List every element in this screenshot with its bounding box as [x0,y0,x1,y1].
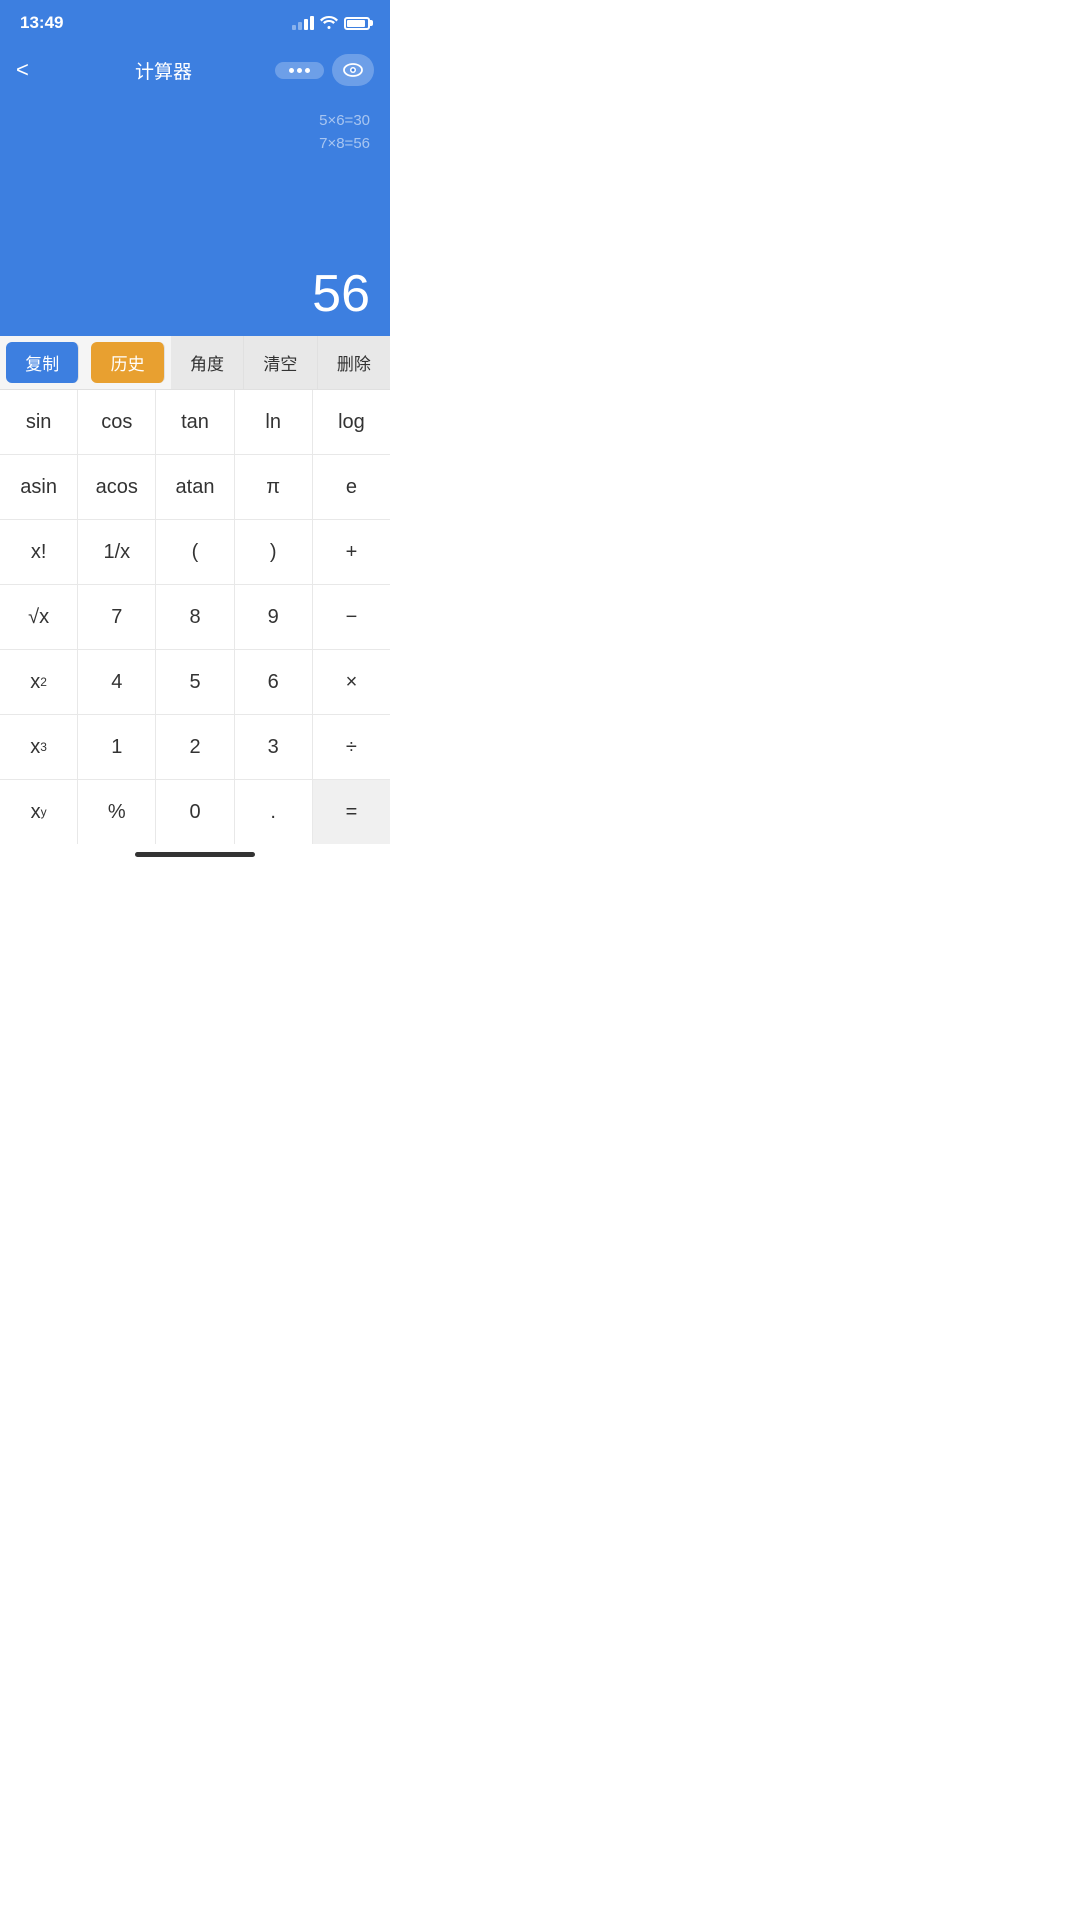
key-open-paren[interactable]: ( [156,520,234,584]
key-9[interactable]: 9 [235,585,313,649]
key-8[interactable]: 8 [156,585,234,649]
key-tan[interactable]: tan [156,390,234,454]
key-acos[interactable]: acos [78,455,156,519]
menu-button[interactable] [275,62,324,79]
keypad-row-4: √x 7 8 9 − [0,585,390,650]
home-indicator [0,844,390,863]
key-4[interactable]: 4 [78,650,156,714]
title-actions [275,54,374,86]
history-button[interactable]: 历史 [91,342,164,383]
current-result: 56 [20,268,370,320]
key-factorial[interactable]: x! [0,520,78,584]
key-equals[interactable]: = [313,780,390,844]
key-pi[interactable]: π [235,455,313,519]
home-bar [135,852,255,857]
keypad-row-5: x2 4 5 6 × [0,650,390,715]
key-cube[interactable]: x3 [0,715,78,779]
key-1[interactable]: 1 [78,715,156,779]
history-line-1: 5×6=30 [319,112,370,129]
key-atan[interactable]: atan [156,455,234,519]
wifi-icon [320,15,338,32]
key-square[interactable]: x2 [0,650,78,714]
status-time: 13:49 [20,13,63,33]
key-power[interactable]: xy [0,780,78,844]
menu-dot-3 [305,68,310,73]
signal-icon [292,16,314,30]
key-decimal[interactable]: . [235,780,313,844]
keypad-row-1: sin cos tan ln log [0,390,390,455]
key-reciprocal[interactable]: 1/x [78,520,156,584]
display-area: 5×6=30 7×8=56 56 [0,96,390,336]
key-ln[interactable]: ln [235,390,313,454]
key-sqrt[interactable]: √x [0,585,78,649]
key-6[interactable]: 6 [235,650,313,714]
eye-button[interactable] [332,54,374,86]
clear-button[interactable]: 清空 [244,336,317,389]
key-e[interactable]: e [313,455,390,519]
action-row: 复制 历史 角度 清空 删除 [0,336,390,390]
key-multiply[interactable]: × [313,650,390,714]
menu-dot-1 [289,68,294,73]
keypad-row-3: x! 1/x ( ) + [0,520,390,585]
keypad-row-2: asin acos atan π e [0,455,390,520]
key-asin[interactable]: asin [0,455,78,519]
key-divide[interactable]: ÷ [313,715,390,779]
key-2[interactable]: 2 [156,715,234,779]
status-icons [292,15,370,32]
delete-button[interactable]: 删除 [318,336,390,389]
page-title: 计算器 [52,57,275,84]
key-close-paren[interactable]: ) [235,520,313,584]
keypad: sin cos tan ln log asin acos atan π e x!… [0,390,390,844]
back-button[interactable]: < [16,57,52,83]
angle-button[interactable]: 角度 [171,336,244,389]
key-log[interactable]: log [313,390,390,454]
keypad-row-7: xy % 0 . = [0,780,390,844]
history-area: 5×6=30 7×8=56 [20,112,370,152]
key-sin[interactable]: sin [0,390,78,454]
key-5[interactable]: 5 [156,650,234,714]
copy-button[interactable]: 复制 [6,342,79,383]
key-minus[interactable]: − [313,585,390,649]
key-plus[interactable]: + [313,520,390,584]
key-percent[interactable]: % [78,780,156,844]
keypad-row-6: x3 1 2 3 ÷ [0,715,390,780]
key-3[interactable]: 3 [235,715,313,779]
title-bar: < 计算器 [0,44,390,96]
battery-icon [344,17,370,30]
history-line-2: 7×8=56 [319,135,370,152]
key-7[interactable]: 7 [78,585,156,649]
key-0[interactable]: 0 [156,780,234,844]
status-bar: 13:49 [0,0,390,44]
menu-dot-2 [297,68,302,73]
key-cos[interactable]: cos [78,390,156,454]
